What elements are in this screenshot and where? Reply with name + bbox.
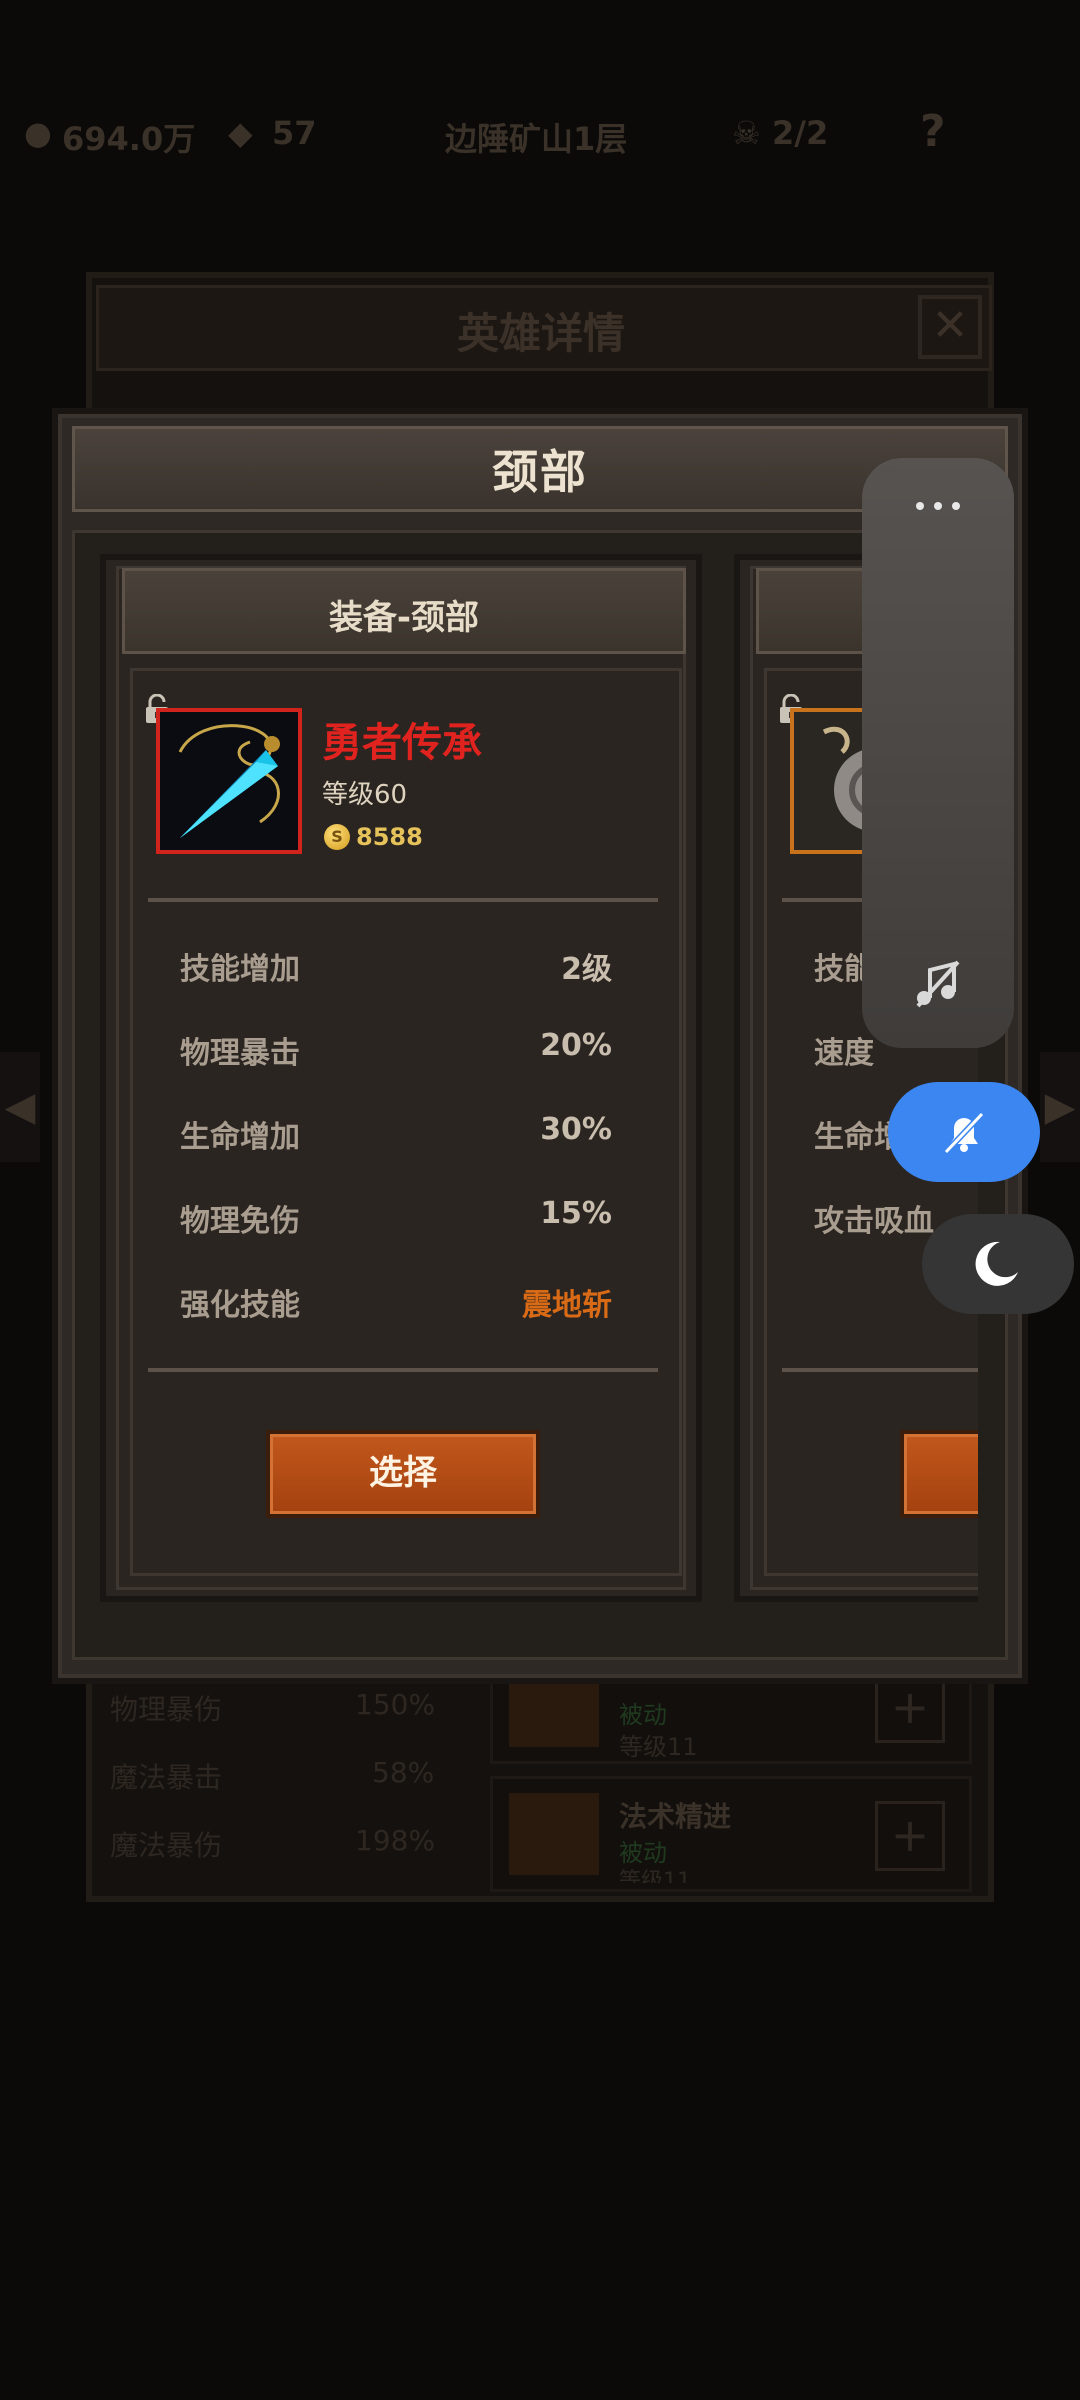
gem-icon: ◆ [228, 114, 253, 152]
skill-name: 法术精进 [619, 1800, 732, 1833]
moon-icon [975, 1241, 1018, 1286]
gem-amount: 57 [272, 114, 317, 152]
select-button[interactable] [900, 1430, 978, 1518]
bg-stat-label: 魔法暴击 [110, 1761, 223, 1794]
divider [148, 1368, 658, 1372]
pendant-icon [160, 712, 298, 850]
stat-label: 攻击吸血 [814, 1204, 934, 1239]
skill-level: 等级11 [619, 1733, 698, 1761]
bell-off-icon [943, 1111, 985, 1155]
top-status-bar: ● 694.0万 ◆ 57 边陲矿山1层 ☠ 2/2 ? [0, 100, 1080, 170]
gold-amount: 694.0万 [62, 120, 196, 158]
bg-stat-label: 物理暴伤 [110, 1693, 223, 1726]
hero-detail-title: 英雄详情 [456, 309, 625, 358]
select-button[interactable]: 选择 [266, 1430, 540, 1518]
item-name: 勇者传承 [322, 720, 482, 766]
skill-level: 等级11 [619, 1869, 691, 1883]
skill-upgrade-button[interactable]: + [875, 1801, 945, 1871]
prev-hero-arrow[interactable]: ◀ [0, 1052, 40, 1162]
item-price: 8588 [356, 823, 423, 851]
equip-card-title: 装备-颈部 [328, 598, 480, 638]
coin-icon: S [324, 824, 350, 850]
item-level: 等级60 [322, 780, 408, 810]
stat-value: 2级 [561, 952, 612, 987]
music-off-icon[interactable] [912, 958, 964, 1010]
help-button[interactable]: ? [920, 106, 946, 157]
mute-toggle-button[interactable] [888, 1082, 1040, 1182]
gold-coin-icon: ● [24, 114, 52, 152]
skill-type: 被动 [619, 1701, 667, 1729]
bg-stat-value: 150% [355, 1688, 436, 1721]
divider [148, 898, 658, 902]
night-mode-button[interactable] [922, 1214, 1074, 1314]
stat-label: 物理暴击 [180, 1036, 300, 1071]
bg-skill-row: 法术精进 被动 等级11 + [490, 1776, 972, 1892]
skull-icon: ☠ [732, 114, 761, 152]
bg-stat-label: 魔法暴伤 [110, 1829, 223, 1862]
hero-detail-close-button[interactable]: ✕ [918, 295, 982, 359]
stat-value: 30% [540, 1112, 612, 1147]
divider [782, 1368, 978, 1372]
next-hero-arrow[interactable]: ▶ [1040, 1052, 1080, 1162]
bg-stat-value: 58% [372, 1756, 435, 1789]
location-label: 边陲矿山1层 [445, 120, 628, 158]
party-count: 2/2 [772, 114, 829, 152]
skill-icon [509, 1793, 599, 1875]
stat-label: 生命增加 [180, 1120, 300, 1155]
stat-label: 物理免伤 [180, 1204, 300, 1239]
enhanced-skill-value: 震地斩 [522, 1288, 612, 1323]
more-dots-icon[interactable] [914, 496, 962, 516]
stat-value: 15% [540, 1196, 612, 1231]
stat-label: 技能增加 [180, 952, 300, 987]
stat-label: 速度 [814, 1036, 874, 1071]
stat-value: 20% [540, 1028, 612, 1063]
stat-label: 强化技能 [180, 1288, 300, 1323]
bg-stat-value: 198% [355, 1824, 436, 1857]
item-slot[interactable] [156, 708, 302, 854]
